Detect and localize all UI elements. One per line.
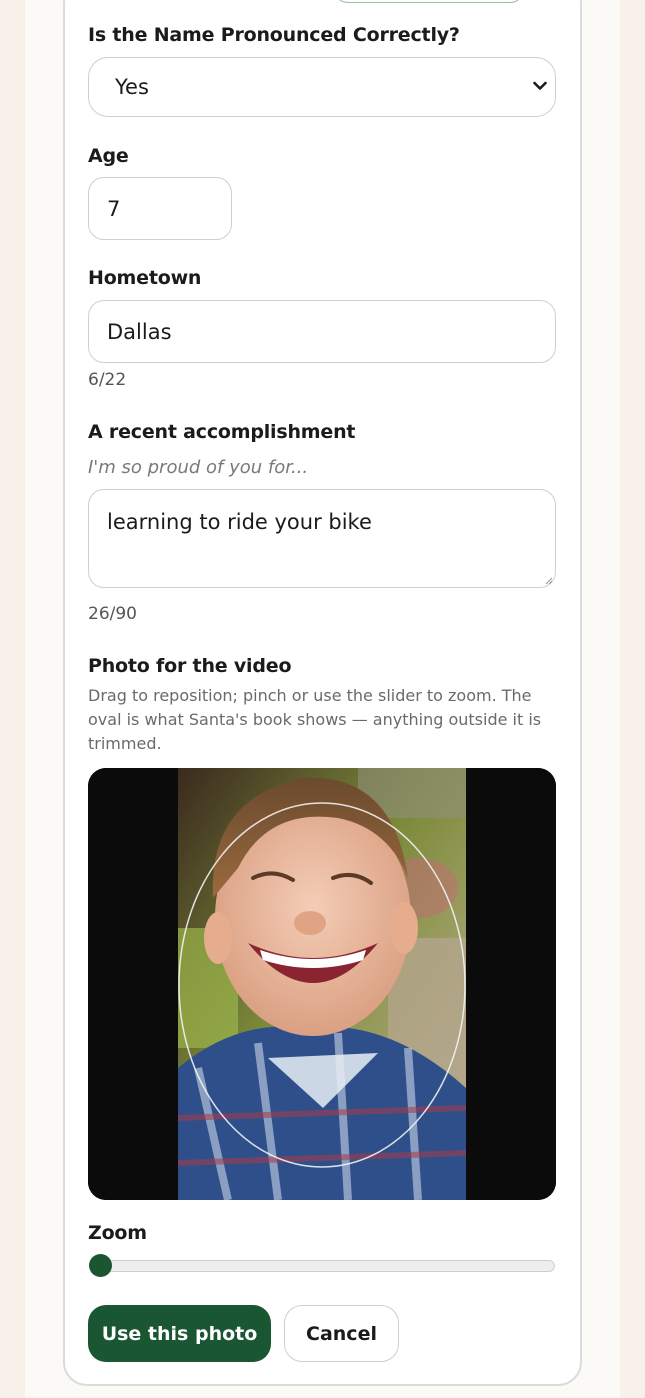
hometown-label: Hometown xyxy=(88,267,202,289)
photo-description: Drag to reposition; pinch or use the sli… xyxy=(88,686,542,753)
cancel-button[interactable]: Cancel xyxy=(284,1305,399,1362)
zoom-slider-thumb[interactable] xyxy=(89,1254,112,1277)
use-photo-button[interactable]: Use this photo xyxy=(88,1305,271,1362)
pronounced-select-value: Yes xyxy=(115,75,149,99)
accomplishment-hint: I'm so proud of you for... xyxy=(88,457,309,478)
accomplishment-char-counter: 26/90 xyxy=(88,604,137,624)
age-input[interactable]: 7 xyxy=(88,177,232,240)
photo-crop-area[interactable] xyxy=(88,768,556,1200)
hometown-input[interactable]: Dallas xyxy=(88,300,556,363)
hometown-char-counter: 6/22 xyxy=(88,370,127,390)
zoom-label: Zoom xyxy=(88,1222,147,1244)
photo-label: Photo for the video xyxy=(88,655,292,677)
pronounced-select[interactable]: Yes xyxy=(88,57,556,117)
accomplishment-textarea[interactable]: learning to ride your bike xyxy=(88,489,556,588)
age-label: Age xyxy=(88,145,129,167)
child-photo xyxy=(88,768,556,1200)
age-input-value: 7 xyxy=(107,196,121,221)
accomplishment-textarea-value: learning to ride your bike xyxy=(107,510,372,534)
chevron-down-icon xyxy=(533,81,547,90)
accomplishment-label: A recent accomplishment xyxy=(88,421,356,443)
previous-control-edge[interactable] xyxy=(333,0,525,3)
resize-handle-icon[interactable] xyxy=(545,577,553,585)
zoom-slider[interactable] xyxy=(89,1254,555,1277)
pronounced-label: Is the Name Pronounced Correctly? xyxy=(88,24,460,46)
hometown-input-value: Dallas xyxy=(107,319,172,344)
